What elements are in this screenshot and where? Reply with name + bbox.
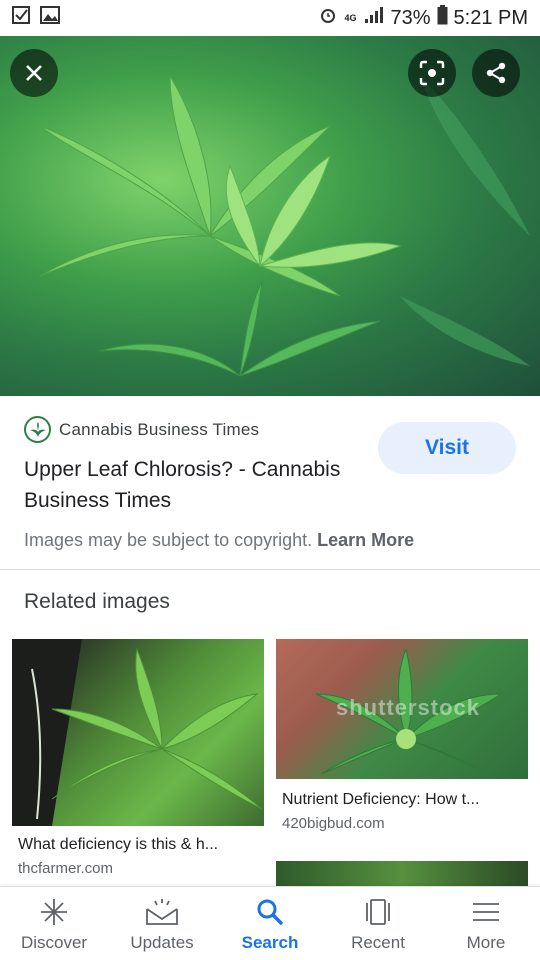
lens-button[interactable] [408, 49, 456, 97]
related-image-domain: thcfarmer.com [18, 860, 114, 877]
alarm-icon [318, 5, 338, 31]
close-button[interactable] [10, 49, 58, 97]
related-image-caption: What deficiency is this & h... [18, 836, 219, 853]
nav-label: More [466, 933, 506, 952]
visit-button[interactable]: Visit [378, 422, 516, 474]
network-type-icon: 4G [344, 12, 357, 23]
related-image-thumbnail[interactable] [12, 639, 264, 826]
learn-more-link[interactable]: Learn More [317, 530, 414, 550]
inbox-icon [145, 897, 179, 927]
image-source-panel: Cannabis Business Times Upper Leaf Chlor… [0, 396, 540, 570]
leaf-thumbnail-illustration [12, 639, 263, 826]
copyright-notice: Images may be subject to copyright. Lear… [24, 530, 414, 551]
image-notification-icon [40, 6, 60, 30]
nav-label: Search [241, 933, 299, 952]
nav-search[interactable]: Search [216, 887, 324, 960]
nav-discover[interactable]: Discover [0, 887, 108, 960]
lens-icon [419, 60, 445, 86]
share-button[interactable] [472, 49, 520, 97]
nav-updates[interactable]: Updates [108, 887, 216, 960]
nav-more[interactable]: More [432, 887, 540, 960]
source-name: Cannabis Business Times [59, 419, 260, 439]
nav-recent[interactable]: Recent [324, 887, 432, 960]
clock: 5:21 PM [453, 6, 528, 29]
site-favicon-icon [24, 416, 51, 443]
nav-label: Recent [351, 933, 405, 952]
source-row[interactable]: Cannabis Business Times [24, 416, 259, 443]
nav-label: Updates [130, 933, 194, 952]
bottom-navigation: Discover Updates Search Recent More [0, 886, 540, 960]
related-image-card[interactable]: shutterstock Nutrient Deficiency: How t.… [276, 639, 528, 832]
watermark: shutterstock [336, 695, 481, 720]
battery-icon [437, 5, 448, 31]
checkbox-notification-icon [12, 6, 30, 30]
share-icon [486, 62, 506, 84]
recent-icon [361, 897, 395, 927]
menu-icon [469, 897, 503, 927]
nav-label: Discover [20, 933, 88, 952]
related-image-caption: Nutrient Deficiency: How t... [282, 791, 480, 808]
close-icon [26, 65, 42, 81]
cannabis-leaf-illustration [39, 74, 530, 377]
related-image-card[interactable]: What deficiency is this & h... thcfarmer… [12, 639, 264, 877]
asterisk-icon [37, 897, 71, 927]
related-image-domain: 420bigbud.com [282, 815, 385, 832]
related-image-thumbnail[interactable]: shutterstock [276, 639, 528, 779]
battery-percent: 73% [390, 6, 431, 29]
related-images-heading: Related images [24, 590, 170, 613]
image-title[interactable]: Upper Leaf Chlorosis? - Cannabis Busines… [24, 454, 354, 516]
hero-image[interactable] [0, 36, 540, 396]
signal-icon [364, 6, 384, 30]
search-icon [253, 897, 287, 927]
status-bar: 4G 73% 5:21 PM [0, 0, 540, 36]
copyright-text: Images may be subject to copyright. [24, 530, 313, 550]
